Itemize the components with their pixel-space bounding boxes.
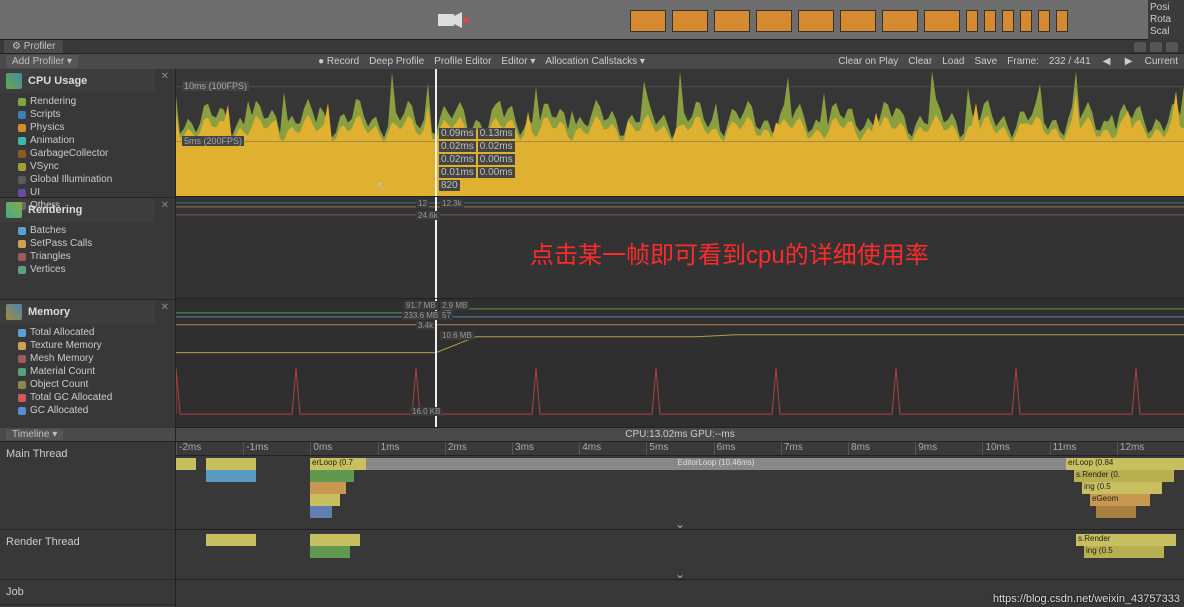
scene-cubes bbox=[630, 10, 1068, 32]
thread-job-label: Job bbox=[0, 580, 175, 605]
tab-profiler[interactable]: ⚙ Profiler bbox=[4, 40, 63, 53]
legend-item-batches[interactable]: Batches bbox=[18, 224, 169, 237]
load-button[interactable]: Load bbox=[942, 56, 964, 67]
frame-marker[interactable] bbox=[435, 69, 437, 196]
memory-chart[interactable]: 91.7 MB2.9 MB233.6 MB573.4k10.6 MB16.0 K… bbox=[176, 299, 1184, 428]
timeline-ruler: -2ms-1ms0ms1ms2ms3ms4ms5ms6ms7ms8ms9ms10… bbox=[176, 442, 1184, 456]
ref-10ms: 10ms (100FPS) bbox=[182, 81, 249, 91]
thread-render-label: Render Thread bbox=[0, 530, 175, 580]
profiler-toolbar: Add Profiler ▾ ● Record Deep Profile Pro… bbox=[0, 54, 1184, 69]
deep-profile-button[interactable]: Deep Profile bbox=[369, 56, 424, 67]
legend-item-gc-allocated[interactable]: GC Allocated bbox=[18, 404, 169, 417]
render-thread-row[interactable]: s.Render ing (0.5 ⌄ bbox=[176, 530, 1184, 580]
profiler-body: ✕ CPU Usage RenderingScriptsPhysicsAnima… bbox=[0, 69, 1184, 607]
memory-section-head[interactable]: Memory bbox=[0, 300, 155, 324]
legend-item-object-count[interactable]: Object Count bbox=[18, 378, 169, 391]
profiler-content: 10ms (100FPS) 5ms (200FPS) 0.09ms0.13ms0… bbox=[176, 69, 1184, 607]
alloc-callstacks-button[interactable]: Allocation Callstacks ▾ bbox=[545, 56, 645, 67]
editor-dropdown[interactable]: Editor ▾ bbox=[501, 56, 535, 67]
legend-item-total-gc-allocated[interactable]: Total GC Allocated bbox=[18, 391, 169, 404]
frame-marker-labels: 0.09ms0.13ms0.02ms0.02ms0.02ms0.00ms0.01… bbox=[439, 127, 515, 192]
timeline-tracks[interactable]: -2ms-1ms0ms1ms2ms3ms4ms5ms6ms7ms8ms9ms10… bbox=[176, 442, 1184, 607]
rendering-close-icon[interactable]: ✕ bbox=[155, 198, 175, 213]
rendering-chart[interactable]: 1212.3k24.6k bbox=[176, 197, 1184, 299]
legend-item-total-allocated[interactable]: Total Allocated bbox=[18, 326, 169, 339]
window-max-icon[interactable] bbox=[1150, 42, 1162, 52]
legend-item-garbagecollector[interactable]: GarbageCollector bbox=[18, 147, 169, 160]
clear-button[interactable]: Clear bbox=[908, 56, 932, 67]
expand-main-icon[interactable]: ⌄ bbox=[675, 517, 685, 531]
legend-item-global-illumination[interactable]: Global Illumination bbox=[18, 173, 169, 186]
window-min-icon[interactable] bbox=[1134, 42, 1146, 52]
cpu-section-head[interactable]: CPU Usage bbox=[0, 69, 155, 93]
legend-item-animation[interactable]: Animation bbox=[18, 134, 169, 147]
cpu-chart[interactable]: 10ms (100FPS) 5ms (200FPS) 0.09ms0.13ms0… bbox=[176, 69, 1184, 197]
timeline-info: CPU:13.02ms GPU:--ms bbox=[182, 429, 1178, 440]
prev-frame-button[interactable]: ◀ bbox=[1101, 56, 1113, 67]
memory-close-icon[interactable]: ✕ bbox=[155, 300, 175, 315]
legend-item-vsync[interactable]: VSync bbox=[18, 160, 169, 173]
record-button[interactable]: ● Record bbox=[318, 56, 359, 67]
scene-strip: PosiRotaScal bbox=[0, 0, 1184, 40]
legend-item-physics[interactable]: Physics bbox=[18, 121, 169, 134]
camera-gizmo bbox=[430, 10, 470, 33]
cpu-close-icon[interactable]: ✕ bbox=[155, 69, 175, 84]
transform-panel: PosiRotaScal bbox=[1148, 0, 1184, 40]
timeline-dropdown[interactable]: Timeline ▾ bbox=[6, 429, 63, 440]
add-profiler-dropdown[interactable]: Add Profiler ▾ bbox=[6, 55, 78, 68]
save-button[interactable]: Save bbox=[974, 56, 997, 67]
current-button[interactable]: Current bbox=[1145, 56, 1178, 67]
legend-item-rendering[interactable]: Rendering bbox=[18, 95, 169, 108]
legend-item-setpass-calls[interactable]: SetPass Calls bbox=[18, 237, 169, 250]
expand-render-icon[interactable]: ⌄ bbox=[675, 567, 685, 581]
legend-item-vertices[interactable]: Vertices bbox=[18, 263, 169, 276]
legend-item-texture-memory[interactable]: Texture Memory bbox=[18, 339, 169, 352]
clear-on-play-button[interactable]: Clear on Play bbox=[838, 56, 898, 67]
legend-item-triangles[interactable]: Triangles bbox=[18, 250, 169, 263]
window-menu-icon[interactable] bbox=[1166, 42, 1178, 52]
frame-label: Frame: bbox=[1007, 56, 1039, 67]
thread-main-label: Main Thread bbox=[0, 442, 175, 530]
next-frame-button[interactable]: ▶ bbox=[1123, 56, 1135, 67]
frame-value: 232 / 441 bbox=[1049, 56, 1091, 67]
legend-item-scripts[interactable]: Scripts bbox=[18, 108, 169, 121]
main-thread-row[interactable]: erLoop (0.7 EditorLoop (10.46ms) erLoop … bbox=[176, 456, 1184, 530]
cursor-icon: ↖ bbox=[376, 179, 386, 193]
legend-item-material-count[interactable]: Material Count bbox=[18, 365, 169, 378]
profiler-sidebar: ✕ CPU Usage RenderingScriptsPhysicsAnima… bbox=[0, 69, 176, 607]
legend-item-mesh-memory[interactable]: Mesh Memory bbox=[18, 352, 169, 365]
window-tab-row: ⚙ Profiler bbox=[0, 40, 1184, 54]
profile-editor-button[interactable]: Profile Editor bbox=[434, 56, 491, 67]
ref-5ms: 5ms (200FPS) bbox=[182, 136, 244, 146]
